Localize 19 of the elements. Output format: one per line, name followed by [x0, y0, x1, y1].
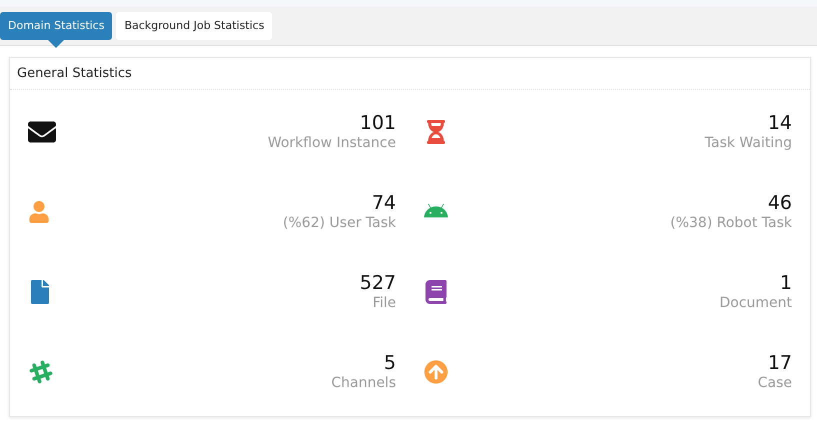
stat-label: File: [372, 294, 396, 312]
stat-value: 1: [780, 272, 792, 294]
stat-label: Workflow Instance: [268, 134, 396, 152]
stat-value: 46: [768, 192, 792, 214]
tab[interactable]: Background Job Statistics: [116, 12, 272, 40]
stat-label: Document: [719, 294, 792, 312]
card-title: General Statistics: [10, 58, 810, 90]
stat-label: (%62) User Task: [282, 214, 396, 232]
stat-value: 527: [360, 272, 396, 294]
stat-label: (%38) Robot Task: [670, 214, 792, 232]
stat-value: 74: [372, 192, 396, 214]
tab-pointer: [48, 40, 64, 48]
stat-value: 5: [384, 352, 396, 374]
stat-value: 101: [360, 112, 396, 134]
stat-label: Task Waiting: [704, 134, 792, 152]
stat-label: Channels: [331, 374, 396, 392]
stat-value: 14: [768, 112, 792, 134]
stat-label: Case: [758, 374, 792, 392]
stat-value: 17: [768, 352, 792, 374]
